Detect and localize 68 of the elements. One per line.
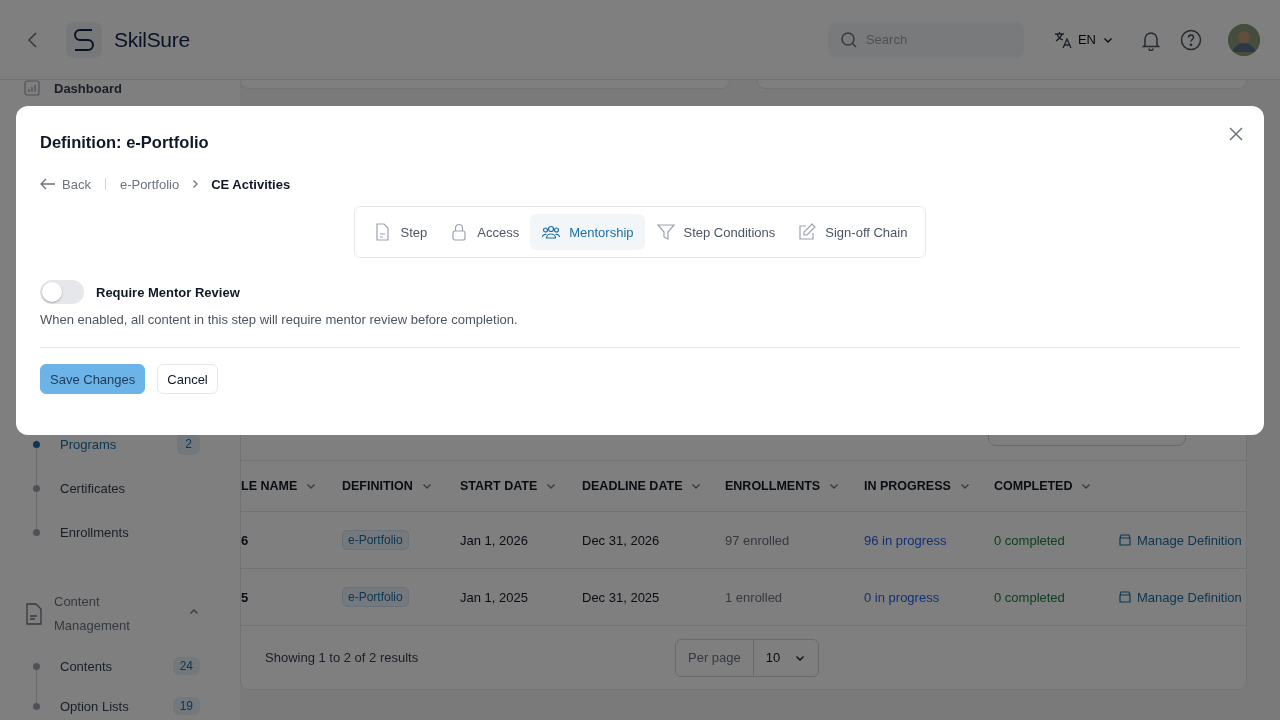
sidebar-item[interactable]: Enrollments [24,510,200,554]
edit-icon [797,222,818,242]
tab[interactable]: Step [361,214,439,250]
sidebar-item[interactable]: Contents 24 [24,646,200,686]
box-icon [1118,533,1132,547]
tab[interactable]: Mentorship [530,214,645,250]
table-cell: Dec 31, 2025 [582,589,660,605]
per-page-select[interactable]: Per page 10 [675,638,820,677]
column-header[interactable]: COMPLETED [994,479,1093,493]
toggle-label: Require Mentor Review [96,284,240,300]
logo-icon [66,21,102,58]
column-header[interactable]: LE NAME [241,479,318,493]
count-badge: 2 [177,433,200,455]
column-header[interactable]: DEFINITION [342,479,433,493]
table-cell: Jan 1, 2026 [460,532,528,548]
toggle-switch[interactable] [40,280,84,304]
column-header[interactable]: DEADLINE DATE [582,479,703,493]
results-summary: Showing 1 to 2 of 2 results [265,650,420,665]
user-avatar-icon[interactable] [1228,23,1260,56]
table-cell: 97 enrolled [725,532,790,548]
tab[interactable]: Sign-off Chain [786,214,919,250]
arrow-left-icon [40,178,56,190]
bullet-icon [33,702,40,710]
filter-icon [655,222,676,242]
translate-icon [1053,30,1072,49]
column-header[interactable]: IN PROGRESS [864,479,971,493]
count-badge: 24 [172,657,200,675]
help-icon[interactable] [1180,28,1202,51]
table-cell: 1 enrolled [725,589,783,605]
manage-definition-link[interactable]: Manage Definition [1118,589,1242,605]
table-cell: 0 completed [994,532,1065,548]
app-name: SkilSure [114,27,190,52]
tab[interactable]: Access [438,214,531,250]
progress-link[interactable]: 96 in progress [864,532,947,548]
document-icon [24,603,44,625]
breadcrumb-item: CE Activities [211,176,291,192]
dialog-title: Definition: e-Portfolio [40,132,209,153]
close-icon[interactable] [1228,126,1244,142]
progress-link[interactable]: 0 in progress [864,589,940,605]
back-icon[interactable] [26,30,40,49]
save-button[interactable]: Save Changes [40,364,146,394]
chart-icon [24,80,40,96]
table-cell: 6 [241,532,249,548]
sidebar-item[interactable]: Dashboard [24,80,200,96]
back-link[interactable]: Back [40,176,91,192]
breadcrumb-item[interactable]: e-Portfolio [119,176,180,192]
sidebar-group[interactable]: Content Management [24,590,200,638]
column-header[interactable]: START DATE [460,479,558,493]
count-badge: 19 [172,697,200,715]
language-selector[interactable]: EN [1053,30,1114,49]
sidebar-item[interactable]: Option Lists 19 [24,686,200,720]
table-cell: Jan 1, 2025 [460,589,528,605]
bullet-icon [33,440,40,448]
manage-definition-link[interactable]: Manage Definition [1118,532,1242,548]
box-icon [1118,590,1132,604]
table-cell: Dec 31, 2026 [582,532,660,548]
sidebar-item[interactable]: Certificates [24,466,200,510]
column-header[interactable]: ENROLLMENTS [725,479,841,493]
table-cell: 0 completed [994,589,1065,605]
tab[interactable]: Step Conditions [644,214,787,250]
help-text: When enabled, all content in this step will require mentor review before completion. [40,312,519,327]
definition-tag: e-Portfolio [342,587,409,607]
table-cell: 5 [241,589,249,605]
cancel-button[interactable]: Cancel [157,364,218,394]
bullet-icon [33,528,40,536]
bullet-icon [33,662,40,670]
bullet-icon [33,484,40,492]
definition-tag: e-Portfolio [342,530,409,550]
